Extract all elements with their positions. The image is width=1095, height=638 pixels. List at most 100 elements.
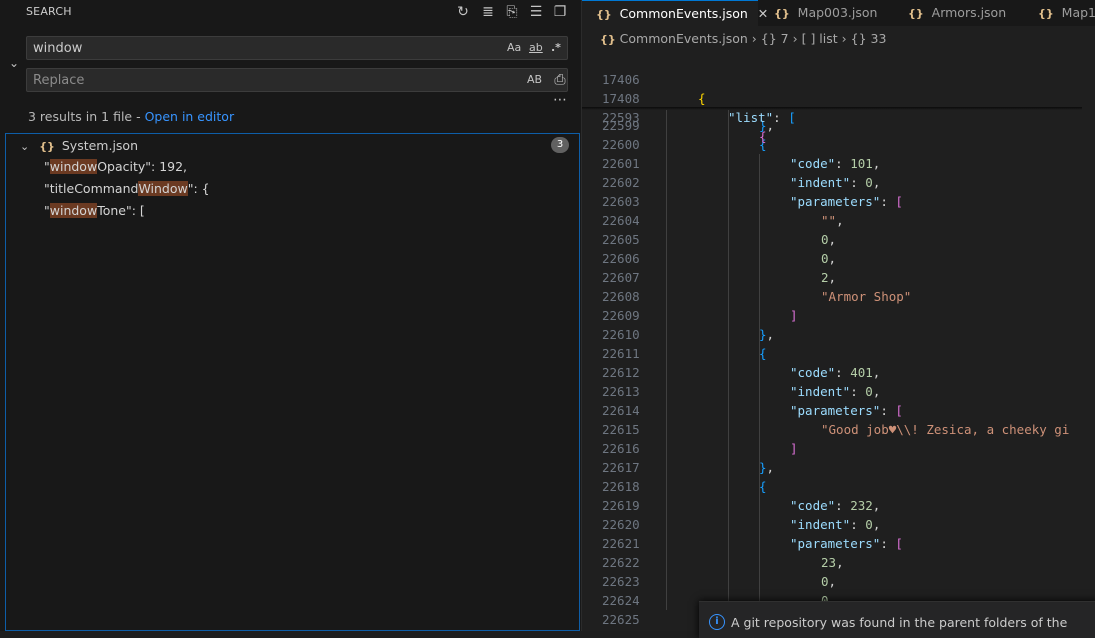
code-line[interactable]: 22602 "indent": 0, — [582, 173, 1095, 192]
code-line[interactable]: 22614 "parameters": [ — [582, 401, 1095, 420]
match-text: Tone": [ — [97, 203, 145, 218]
code-text: }, — [759, 458, 774, 477]
code-text: ] — [790, 306, 798, 325]
code-text: ] — [790, 439, 798, 458]
code-line[interactable]: 22610}, — [582, 325, 1095, 344]
code-token: 2 — [821, 270, 829, 285]
sticky-line[interactable]: 17406 { — [582, 51, 1095, 106]
sticky-line[interactable]: 22593 { — [582, 89, 1095, 144]
line-number: 22610 — [602, 327, 640, 342]
code-line[interactable]: 22604 "", — [582, 211, 1095, 230]
replace-input-placeholder[interactable]: Replace — [33, 73, 84, 88]
notification-toast[interactable]: i A git repository was found in the pare… — [699, 601, 1095, 638]
preserve-case-toggle[interactable]: AB — [527, 73, 542, 86]
line-number: 22617 — [602, 460, 640, 475]
code-text: "parameters": [ — [790, 534, 903, 553]
code-line[interactable]: 22600{ — [582, 135, 1095, 154]
code-line[interactable]: 22608 "Armor Shop" — [582, 287, 1095, 306]
code-line[interactable]: 22605 0, — [582, 230, 1095, 249]
replace-input[interactable]: Replace AB — [26, 68, 568, 92]
code-line[interactable]: 22619 "code": 232, — [582, 496, 1095, 515]
code-token: "indent" — [790, 384, 851, 399]
clear-results-icon[interactable]: ≣ — [480, 4, 496, 20]
code-token: , — [828, 270, 837, 285]
sticky-scroll: 17406 { 17408 "list": [ 22593 { — [582, 51, 1082, 144]
sticky-shadow — [582, 107, 1082, 110]
code-token: [ — [895, 194, 903, 209]
code-token: , — [872, 384, 881, 399]
match-text: "titleCommand — [44, 181, 139, 196]
code-token: "code" — [790, 498, 836, 513]
regex-toggle[interactable]: .* — [551, 41, 561, 54]
code-token: , — [872, 365, 881, 380]
search-match-row[interactable]: "titleCommandWindow": { — [44, 181, 210, 196]
new-search-editor-icon[interactable]: ⎘ — [504, 4, 520, 20]
code-line[interactable]: 22612 "code": 401, — [582, 363, 1095, 382]
code-token: 0 — [865, 175, 873, 190]
code-text: "code": 101, — [790, 154, 880, 173]
code-line[interactable]: 22618 { — [582, 477, 1095, 496]
search-match-row[interactable]: "windowTone": [ — [44, 203, 145, 218]
chevron-down-icon[interactable]: ⌄ — [20, 140, 29, 153]
replace-all-icon[interactable]: ⎙ — [552, 72, 568, 88]
code-token: 0 — [821, 251, 829, 266]
line-number: 22616 — [602, 441, 640, 456]
view-as-tree-icon[interactable]: ☰ — [528, 4, 544, 20]
line-number: 22624 — [602, 593, 640, 608]
match-text: ": { — [187, 181, 210, 196]
code-line[interactable]: 22606 0, — [582, 249, 1095, 268]
code-line[interactable]: 22616] — [582, 439, 1095, 458]
search-match-row[interactable]: "windowOpacity": 192, — [44, 159, 187, 174]
toggle-replace-chevron-icon[interactable]: ⌄ — [9, 56, 19, 70]
code-line[interactable]: 22620 "indent": 0, — [582, 515, 1095, 534]
code-text: { — [759, 344, 767, 363]
code-line[interactable]: 22623 0, — [582, 572, 1095, 591]
collapse-all-icon[interactable]: ❐ — [552, 4, 568, 20]
code-line[interactable]: 22621 "parameters": [ — [582, 534, 1095, 553]
line-number: 22604 — [602, 213, 640, 228]
code-line[interactable]: 22622 23, — [582, 553, 1095, 572]
code-line[interactable]: 22615 "Good job♥\\! Zesica, a cheeky gi — [582, 420, 1095, 439]
code-line[interactable]: 22599}, — [582, 116, 1095, 135]
code-token: "indent" — [790, 175, 851, 190]
code-text: }, — [759, 325, 774, 344]
match-highlight: Window — [138, 181, 188, 196]
code-line[interactable]: 22609] — [582, 306, 1095, 325]
search-results-tree: ⌄ {} System.json 3 "windowOpacity": 192,… — [5, 133, 580, 631]
code-token: "" — [821, 213, 837, 228]
code-line[interactable]: 22603 "parameters": [ — [582, 192, 1095, 211]
line-number: 22618 — [602, 479, 640, 494]
code-token: , — [872, 175, 881, 190]
refresh-icon[interactable]: ↻ — [455, 4, 471, 20]
sticky-line[interactable]: 17408 "list": [ — [582, 70, 1095, 125]
line-number: 22611 — [602, 346, 640, 361]
code-line[interactable]: 22611 { — [582, 344, 1095, 363]
code-token: "Good job♥\\! Zesica, a cheeky gi — [821, 422, 1070, 437]
code-token: "indent" — [790, 517, 851, 532]
code-text: "indent": 0, — [790, 382, 880, 401]
code-text: "", — [821, 211, 844, 230]
code-token: "Armor Shop" — [821, 289, 912, 304]
code-token: [ — [895, 536, 903, 551]
code-line[interactable]: 22607 2, — [582, 268, 1095, 287]
line-number: 22613 — [602, 384, 640, 399]
whole-word-toggle[interactable]: ab — [529, 41, 543, 54]
code-token: "parameters" — [790, 403, 881, 418]
open-in-editor-link[interactable]: Open in editor — [145, 109, 235, 124]
search-input-value[interactable]: window — [33, 41, 82, 56]
match-case-toggle[interactable]: Aa — [507, 41, 521, 54]
code-line[interactable]: 22601 "code": 101, — [582, 154, 1095, 173]
code-line[interactable]: 22613 "indent": 0, — [582, 382, 1095, 401]
code-token: : — [880, 536, 896, 551]
code-line[interactable]: 22617}, — [582, 458, 1095, 477]
match-text: " — [44, 159, 50, 174]
line-number: 22606 — [602, 251, 640, 266]
code-token: "code" — [790, 156, 836, 171]
search-input[interactable]: window Aa ab .* — [26, 36, 568, 60]
more-options-icon[interactable]: ⋯ — [552, 92, 568, 108]
result-file-row[interactable]: ⌄ {} System.json — [20, 138, 138, 153]
code-text: "Good job♥\\! Zesica, a cheeky gi — [821, 420, 1069, 439]
code-token: } — [759, 460, 767, 475]
match-text: Opacity": 192, — [97, 159, 188, 174]
code-text: 0, — [821, 230, 836, 249]
